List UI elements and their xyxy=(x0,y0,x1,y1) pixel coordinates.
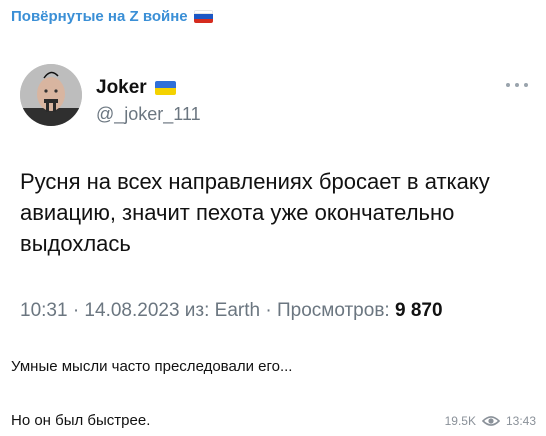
post-footer: 19.5K 13:43 xyxy=(445,414,536,428)
tweet-screenshot[interactable]: Joker @_joker_111 Русня на всех направле… xyxy=(4,38,542,344)
tweet-meta: 10:31 · 14.08.2023 из: Earth · Просмотро… xyxy=(20,300,443,322)
flag-ua-icon xyxy=(154,81,176,95)
avatar xyxy=(20,64,82,126)
tweet-author-name[interactable]: Joker xyxy=(96,77,176,99)
author-name-text: Joker xyxy=(96,77,147,98)
more-dots-icon[interactable] xyxy=(506,80,528,90)
channel-title[interactable]: Повёрнутые на Z войне xyxy=(11,8,213,25)
channel-title-text: Повёрнутые на Z войне xyxy=(11,8,188,25)
post-time: 13:43 xyxy=(505,414,536,428)
post-caption-line1: Умные мысли часто преследовали его... xyxy=(11,358,293,375)
post-caption-line2: Но он был быстрее. xyxy=(11,412,151,429)
post-view-count: 19.5K xyxy=(444,414,476,428)
tweet-author-handle[interactable]: @_joker_111 xyxy=(96,104,201,125)
eye-icon xyxy=(481,416,500,426)
tweet-meta-info: 10:31 · 14.08.2023 из: Earth · Просмотро… xyxy=(20,300,395,321)
tweet-text: Русня на всех направлениях бросает в атк… xyxy=(20,169,490,256)
tweet-view-count: 9 870 xyxy=(394,300,443,321)
flag-ru-icon xyxy=(193,10,213,23)
